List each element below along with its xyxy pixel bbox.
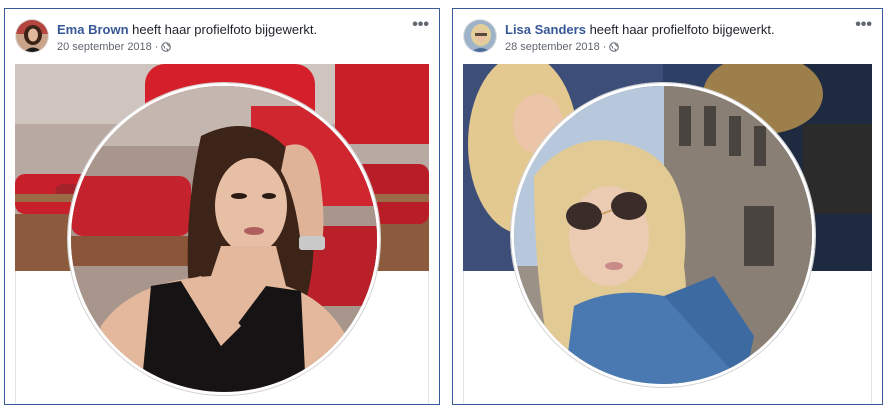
author-avatar[interactable]	[15, 19, 49, 53]
post-meta: 28 september 2018 ·	[505, 41, 620, 53]
meta-separator: ·	[602, 41, 607, 53]
profile-photo[interactable]	[68, 83, 380, 395]
post-title: Ema Brown heeft haar profielfoto bijgewe…	[57, 22, 317, 37]
profile-photo-post-lisa-sanders: Lisa Sanders heeft haar profielfoto bijg…	[452, 8, 883, 405]
meta-separator: ·	[154, 41, 159, 53]
post-meta: 20 september 2018 ·	[57, 41, 172, 53]
post-action-text: heeft haar profielfoto bijgewerkt.	[589, 22, 775, 37]
globe-icon[interactable]	[609, 42, 620, 52]
post-title: Lisa Sanders heeft haar profielfoto bijg…	[505, 22, 775, 37]
globe-icon[interactable]	[161, 42, 172, 52]
profile-photo[interactable]	[511, 83, 815, 387]
profile-photo-post-ema-brown: Ema Brown heeft haar profielfoto bijgewe…	[4, 8, 440, 405]
author-avatar[interactable]	[463, 19, 497, 53]
post-action-text: heeft haar profielfoto bijgewerkt.	[132, 22, 318, 37]
more-options-icon[interactable]: •••	[412, 17, 429, 33]
more-options-icon[interactable]: •••	[855, 17, 872, 33]
post-date-link[interactable]: 28 september 2018	[505, 41, 600, 53]
post-header: Ema Brown heeft haar profielfoto bijgewe…	[15, 17, 429, 59]
author-name-link[interactable]: Lisa Sanders	[505, 22, 586, 37]
author-name-link[interactable]: Ema Brown	[57, 22, 129, 37]
post-header: Lisa Sanders heeft haar profielfoto bijg…	[463, 17, 872, 59]
post-date-link[interactable]: 20 september 2018	[57, 41, 152, 53]
